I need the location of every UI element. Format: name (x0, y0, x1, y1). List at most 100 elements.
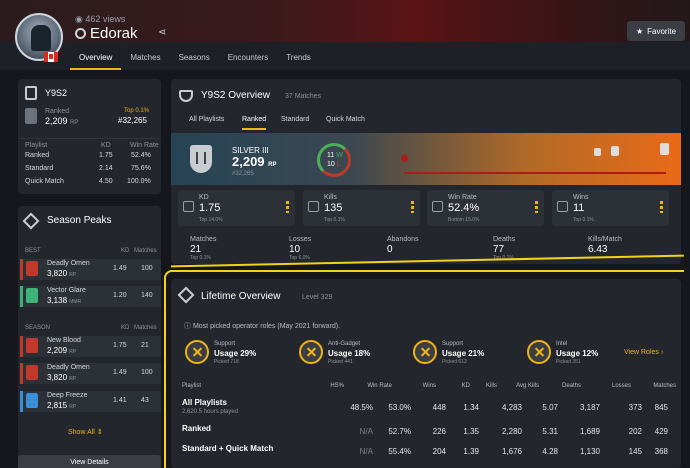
stat-label: Win Rate (448, 194, 477, 201)
peak-name: Deadly Omen (47, 260, 90, 267)
stat-top: Top 14.0% (199, 217, 223, 223)
canada-flag-icon (44, 52, 58, 62)
profile-tabs: Overview Matches Seasons Encounters Tren… (70, 46, 320, 70)
stat-icon (557, 201, 568, 212)
playlist-tab-quick[interactable]: Quick Match (326, 116, 365, 123)
rank-badge-icon (26, 261, 38, 276)
peak-rp: 2,815 RP (47, 401, 77, 410)
col-kd: KD (101, 142, 111, 149)
more-options-icon[interactable] (535, 201, 538, 213)
tab-matches[interactable]: Matches (121, 46, 169, 70)
stat-top: Bottom 15.0% (448, 217, 480, 223)
favorite-button[interactable]: ★ Favorite (627, 21, 685, 41)
show-all-link[interactable]: Show All ⇕ (68, 428, 103, 436)
peak-matches: 100 (141, 369, 153, 376)
playlist-tab-all[interactable]: All Playlists (189, 116, 224, 123)
rp-marker-icon (401, 155, 408, 162)
substat-label: Matches (190, 236, 217, 243)
substat: Abandons 0 (387, 236, 419, 255)
stat-label: KD (199, 194, 209, 201)
peak-rp: 2,209 RP (47, 346, 77, 355)
star-icon: ★ (635, 26, 644, 36)
peak-matches: 140 (141, 292, 153, 299)
substat-value: 0 (387, 244, 393, 255)
tab-trends[interactable]: Trends (277, 46, 320, 70)
col-winrate: Win Rate (130, 142, 159, 149)
matches-header: Matches (134, 248, 157, 254)
substat-value: 21 (190, 244, 202, 255)
rank-rp: 2,209 RP (232, 154, 277, 169)
row-standard-wr: 75.6% (131, 165, 151, 172)
substat: Losses 10 Top 6.0% (289, 236, 311, 261)
overview-matches: 37 Matches (285, 93, 322, 100)
season-position: #32,265 (118, 116, 147, 125)
peaks-icon (22, 212, 40, 230)
silver-rank-icon (25, 108, 37, 124)
overview-title: Y9S2 Overview (201, 90, 270, 101)
view-count: ◉ 462 views (75, 14, 126, 24)
more-options-icon[interactable] (660, 201, 663, 213)
peak-item: Deadly Omen 3,820 RP 1.49 100 (20, 363, 161, 384)
peak-name: New Blood (47, 337, 81, 344)
silver-rank-badge-icon (190, 145, 212, 173)
playlist-tab-standard[interactable]: Standard (281, 116, 309, 123)
milestone-icon (611, 146, 619, 156)
peak-kd: 1.49 (113, 265, 127, 272)
rank-label: Ranked (45, 108, 70, 115)
more-options-icon[interactable] (286, 201, 289, 213)
chevron-updown-icon: ⇕ (96, 429, 103, 436)
stat-card-kills: Kills 135 Top 0.1% (303, 190, 420, 226)
stat-label: Kills (324, 194, 337, 201)
peaks-title: Season Peaks (47, 215, 112, 226)
rank-badge-icon (26, 393, 38, 408)
substat-label: Kills/Match (588, 236, 622, 243)
playlist-tab-ranked[interactable]: Ranked (242, 116, 267, 130)
ring-wins: 11 W (327, 152, 343, 159)
peak-item: Deadly Omen 3,820 RP 1.49 100 (20, 259, 161, 280)
season-title: Y9S2 (45, 88, 68, 98)
row-standard-kd: 2.14 (99, 165, 113, 172)
peak-kd: 1.75 (113, 342, 127, 349)
share-icon[interactable]: ⋖ (158, 27, 166, 38)
row-standard-name: Standard (25, 165, 54, 172)
row-ranked-name: Ranked (25, 152, 50, 159)
season-top: Top 0.1% (124, 108, 150, 114)
best-label: BEST (25, 248, 41, 254)
substat-label: Abandons (387, 236, 419, 243)
username: Edorak (75, 25, 138, 42)
peak-matches: 43 (141, 397, 149, 404)
substat-top: Top 6.0% (289, 255, 310, 261)
peak-kd: 1.49 (113, 369, 127, 376)
peak-name: Vector Glare (47, 287, 86, 294)
rank-position: #32,265 (232, 171, 254, 177)
rank-badge-icon (26, 288, 38, 303)
tab-seasons[interactable]: Seasons (170, 46, 219, 70)
username-label: Edorak (90, 25, 138, 42)
stat-card-kd: KD 1.75 Top 14.0% (178, 190, 295, 226)
peak-item: Vector Glare 3,138 MMR 1.20 140 (20, 286, 161, 307)
season-rp: 2,209 RP (45, 116, 79, 126)
tab-overview[interactable]: Overview (70, 46, 122, 70)
substat-value: 10 (289, 244, 301, 255)
platform-icon (75, 28, 86, 39)
stat-card-win-rate: Win Rate 52.4% Bottom 15.0% (427, 190, 544, 226)
substat-value: 77 (493, 244, 505, 255)
row-ranked-wr: 52.4% (131, 152, 151, 159)
row-quick-name: Quick Match (25, 178, 64, 185)
stat-top: Top 0.1% (324, 217, 345, 223)
ring-losses: 10 L (327, 161, 341, 168)
peak-rp: 3,138 MMR (47, 296, 82, 305)
row-ranked-kd: 1.75 (99, 152, 113, 159)
view-details-button[interactable]: View Details (18, 455, 161, 468)
kd-header: KD (121, 248, 130, 254)
peak-kd: 1.20 (113, 292, 127, 299)
more-options-icon[interactable] (411, 201, 414, 213)
season-card: Y9S2 Ranked 2,209 RP Top 0.1% #32,265 Pl… (18, 79, 161, 194)
tab-encounters[interactable]: Encounters (219, 46, 277, 70)
rank-icon (25, 86, 37, 100)
milestone-icon (594, 148, 601, 156)
highlight-annotation (164, 270, 684, 468)
rank-badge-icon (26, 338, 38, 353)
substat-value: 6.43 (588, 244, 608, 255)
winloss-ring (317, 143, 351, 177)
